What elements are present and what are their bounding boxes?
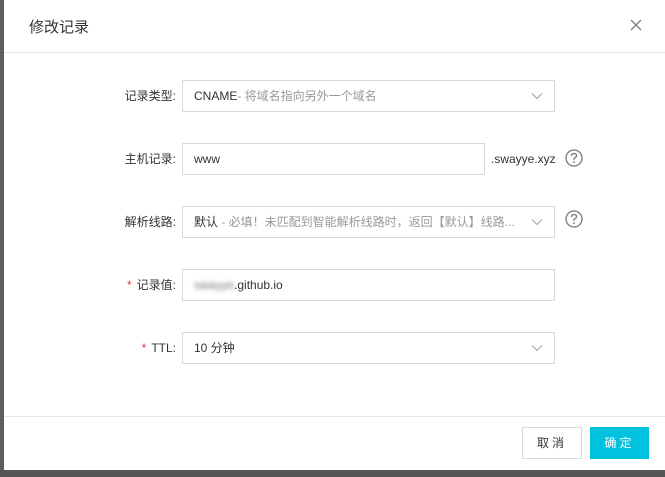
chevron-down-icon	[531, 345, 543, 352]
help-icon[interactable]	[564, 209, 584, 229]
record-type-row: 记录类型: CNAME- 将域名指向另外一个域名	[4, 80, 665, 112]
edit-record-dialog: 修改记录 记录类型: CNAME- 将域名指向另外一个域名 主机记录: www …	[4, 0, 665, 470]
blurred-username: swayye	[194, 278, 235, 292]
help-icon[interactable]	[564, 148, 584, 168]
route-line-description: - 必填！未匹配到智能解析线路时，返回【默认】线路...	[218, 215, 515, 229]
record-type-label: 记录类型:	[124, 89, 176, 103]
domain-suffix: .swayye.xyz	[491, 152, 556, 166]
ttl-row: * TTL: 10 分钟	[4, 332, 665, 364]
record-value-row: * 记录值: swayye.github.io	[4, 269, 665, 301]
chevron-down-icon	[531, 93, 543, 100]
route-line-row: 解析线路: 默认 - 必填！未匹配到智能解析线路时，返回【默认】线路...	[4, 206, 665, 238]
host-record-label: 主机记录:	[124, 152, 176, 166]
dialog-header: 修改记录	[4, 0, 665, 53]
cancel-button[interactable]: 取消	[522, 427, 582, 459]
record-value-input[interactable]: swayye.github.io	[182, 269, 555, 301]
confirm-button[interactable]: 确定	[590, 427, 649, 459]
required-mark: *	[141, 341, 147, 355]
record-value-label: * 记录值:	[127, 269, 176, 301]
dialog-footer: 取消 确定	[4, 416, 665, 471]
close-icon[interactable]	[627, 16, 645, 34]
host-record-input[interactable]: www	[182, 143, 485, 175]
record-value-text: .github.io	[234, 278, 283, 292]
backdrop-bottom	[0, 470, 665, 477]
host-record-row: 主机记录: www .swayye.xyz	[4, 143, 665, 175]
route-line-value: 默认	[194, 215, 219, 229]
ttl-select[interactable]: 10 分钟	[182, 332, 555, 364]
ttl-label: * TTL:	[142, 332, 176, 364]
route-line-select[interactable]: 默认 - 必填！未匹配到智能解析线路时，返回【默认】线路...	[182, 206, 555, 238]
record-type-select[interactable]: CNAME- 将域名指向另外一个域名	[182, 80, 555, 112]
record-type-value: CNAME	[194, 89, 238, 103]
chevron-down-icon	[531, 218, 543, 226]
required-mark: *	[126, 278, 132, 292]
route-line-label: 解析线路:	[124, 215, 176, 229]
record-value-label-text: 记录值:	[136, 278, 176, 292]
ttl-value: 10 分钟	[194, 341, 235, 355]
ttl-label-text: TTL:	[151, 341, 176, 355]
dialog-title: 修改记录	[29, 19, 90, 36]
record-type-description: - 将域名指向另外一个域名	[237, 89, 377, 103]
